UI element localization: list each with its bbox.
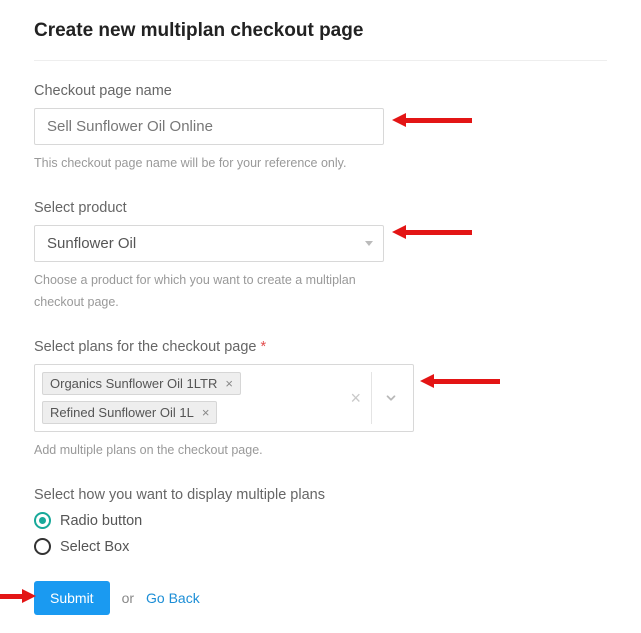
or-text: or bbox=[122, 590, 134, 606]
radio-icon bbox=[34, 538, 51, 555]
plans-chips-zone: Organics Sunflower Oil 1LTR × Refined Su… bbox=[42, 372, 336, 424]
display-group: Select how you want to display multiple … bbox=[34, 487, 607, 555]
chevron-down-icon bbox=[365, 241, 373, 246]
plans-label-text: Select plans for the checkout page bbox=[34, 339, 256, 355]
plan-chip-label: Organics Sunflower Oil 1LTR bbox=[50, 376, 217, 391]
form-actions: Submit or Go Back bbox=[34, 581, 607, 615]
multiselect-controls: × bbox=[340, 372, 406, 424]
radio-option-select-box[interactable]: Select Box bbox=[34, 538, 607, 555]
product-group: Select product Sunflower Oil Choose a pr… bbox=[34, 200, 607, 313]
remove-chip-icon[interactable]: × bbox=[202, 406, 210, 419]
remove-chip-icon[interactable]: × bbox=[225, 377, 233, 390]
plans-helper: Add multiple plans on the checkout page. bbox=[34, 440, 394, 461]
product-helper: Choose a product for which you want to c… bbox=[34, 270, 394, 313]
clear-all-icon[interactable]: × bbox=[340, 389, 371, 407]
checkout-name-label: Checkout page name bbox=[34, 83, 607, 99]
divider bbox=[34, 60, 607, 61]
expand-dropdown-button[interactable] bbox=[372, 391, 406, 405]
annotation-arrow-icon bbox=[0, 589, 36, 603]
plans-group: Select plans for the checkout page * Org… bbox=[34, 339, 607, 461]
plan-chip-label: Refined Sunflower Oil 1L bbox=[50, 405, 194, 420]
radio-option-label: Radio button bbox=[60, 513, 142, 529]
product-label: Select product bbox=[34, 200, 607, 216]
product-select[interactable]: Sunflower Oil bbox=[34, 225, 384, 262]
chevron-down-icon bbox=[384, 391, 398, 405]
required-asterisk: * bbox=[261, 339, 267, 355]
radio-option-radio-button[interactable]: Radio button bbox=[34, 512, 607, 529]
display-label: Select how you want to display multiple … bbox=[34, 487, 607, 503]
page-title: Create new multiplan checkout page bbox=[34, 20, 607, 42]
checkout-name-input[interactable] bbox=[34, 108, 384, 145]
plan-chip: Organics Sunflower Oil 1LTR × bbox=[42, 372, 241, 395]
radio-icon bbox=[34, 512, 51, 529]
product-select-value: Sunflower Oil bbox=[47, 235, 136, 252]
checkout-name-group: Checkout page name This checkout page na… bbox=[34, 83, 607, 174]
radio-option-label: Select Box bbox=[60, 539, 129, 555]
go-back-link[interactable]: Go Back bbox=[146, 590, 200, 606]
submit-button[interactable]: Submit bbox=[34, 581, 110, 615]
checkout-name-helper: This checkout page name will be for your… bbox=[34, 153, 394, 174]
plans-multiselect[interactable]: Organics Sunflower Oil 1LTR × Refined Su… bbox=[34, 364, 414, 432]
plan-chip: Refined Sunflower Oil 1L × bbox=[42, 401, 217, 424]
plans-label: Select plans for the checkout page * bbox=[34, 339, 607, 355]
